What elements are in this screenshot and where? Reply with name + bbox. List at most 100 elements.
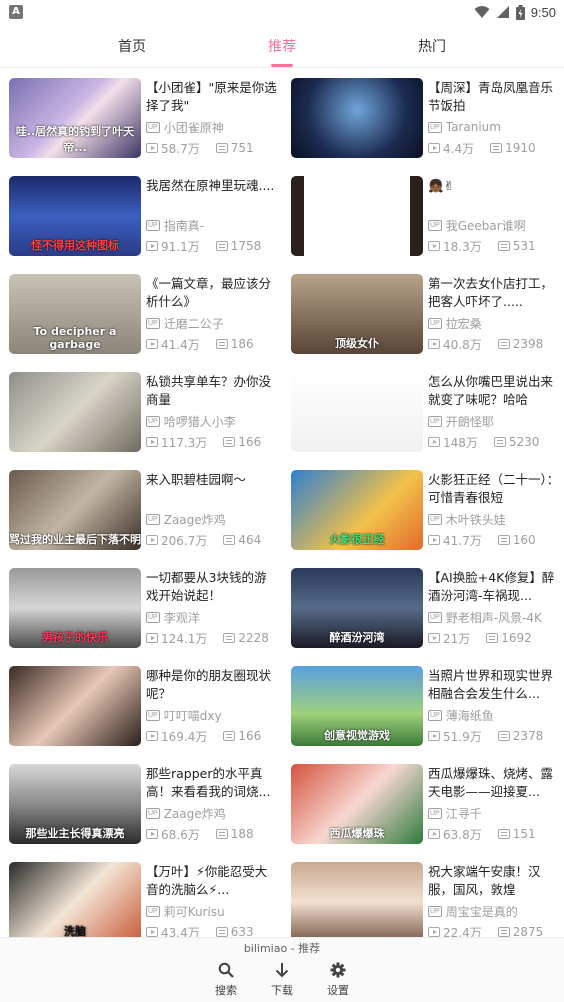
video-thumbnail[interactable]: 创意视觉游戏 xyxy=(291,666,423,746)
video-thumbnail[interactable]: 哇..居然真的钓到了叶天帝... xyxy=(9,78,141,158)
video-card[interactable]: 祝大家端午安康！汉服，国风，敦煌 UP 周宝宝是真的 22.4万 2875 xyxy=(291,862,563,937)
video-card[interactable]: 骂过我的业主最后下落不明 来入职碧桂园啊～ UP Zaage炸鸡 206.7万 464 xyxy=(9,470,281,552)
video-title[interactable]: 第一次去女仆店打工，把客人吓坏了..... xyxy=(428,275,560,311)
up-badge-icon: UP xyxy=(146,611,160,623)
uploader-row: UP 木叶铁头娃 xyxy=(428,511,506,527)
view-count: 206.7万 xyxy=(161,533,208,548)
bottom-caption: bilimiao - 推荐 xyxy=(243,942,321,955)
tab-home[interactable]: 首页 xyxy=(72,24,192,68)
nav-search[interactable]: 搜索 xyxy=(203,962,249,1000)
video-title[interactable]: 【万叶】⚡你能忍受大音的洗脑么⚡... xyxy=(146,863,278,899)
video-thumbnail[interactable]: 顶级女仆 xyxy=(291,274,423,354)
video-card[interactable]: 醉酒汾河湾 【AI换脸+4K修复】醉酒汾河湾-车祸现... UP 野老相声-风景-4K… xyxy=(291,568,563,650)
video-thumbnail[interactable]: 洗脑 xyxy=(9,862,141,937)
nav-settings[interactable]: 设置 xyxy=(315,962,361,1000)
video-title[interactable]: 我居然在原神里玩魂.... xyxy=(146,177,278,213)
video-thumbnail[interactable] xyxy=(9,372,141,452)
play-count-icon xyxy=(428,143,440,153)
video-thumbnail[interactable]: 骂过我的业主最后下落不明 xyxy=(9,470,141,550)
video-title[interactable]: 私锁共享单车？办你没商量 xyxy=(146,373,278,409)
danmaku-icon xyxy=(223,535,236,545)
video-thumbnail[interactable]: 醉酒汾河湾 xyxy=(291,568,423,648)
video-card[interactable]: 创意视觉游戏 当照片世界和现实世界相融合会发生什么... UP 薄海纸鱼 51.9万 23… xyxy=(291,666,563,748)
uploader-row: UP Zaage炸鸡 xyxy=(146,805,226,821)
status-right: 9:50 xyxy=(474,3,556,21)
danmaku-count: 531 xyxy=(512,239,536,253)
video-card[interactable]: 怪不得用这种图标 我居然在原神里玩魂.... UP 指南真- 91.1万 1758 xyxy=(9,176,281,258)
video-title[interactable]: 哪种是你的朋友圈现状呢？ xyxy=(146,667,278,703)
danmaku-count: 151 xyxy=(512,827,536,841)
video-card[interactable]: 火影很正经 火影狂正经（二十一）：可惜青春很短 UP 木叶铁头娃 41.7万 160 xyxy=(291,470,563,552)
stats-row: 40.8万 2398 xyxy=(428,336,543,352)
up-badge-icon: UP xyxy=(146,219,160,231)
up-badge-icon: UP xyxy=(428,611,442,623)
up-badge-icon: UP xyxy=(146,807,160,819)
tab-indicator xyxy=(271,64,293,67)
play-count-icon xyxy=(146,731,158,741)
video-thumbnail[interactable]: To decipher a garbage xyxy=(9,274,141,354)
video-card[interactable]: 怎么从你嘴巴里说出来就变了味呢？哈哈 UP 开朗怪耶 148万 5230 xyxy=(291,372,563,454)
view-count: 40.8万 xyxy=(443,337,482,352)
view-count: 41.4万 xyxy=(161,337,200,352)
uploader-row: UP 哈啰猎人小李 xyxy=(146,413,236,429)
video-title[interactable]: 祝大家端午安康！汉服，国风，敦煌 xyxy=(428,863,560,899)
video-title[interactable]: 来入职碧桂园啊～ xyxy=(146,471,278,507)
uploader-row: UP 开朗怪耶 xyxy=(428,413,494,429)
video-card[interactable]: 那些业主长得真漂亮 那些rapper的水平真高！来看看我的词烧... UP Zaage… xyxy=(9,764,281,846)
stats-row: 18.3万 531 xyxy=(428,238,536,254)
stats-row: 58.7万 751 xyxy=(146,140,254,156)
video-title[interactable]: 怎么从你嘴巴里说出来就变了味呢？哈哈 xyxy=(428,373,560,409)
tab-recommend[interactable]: 推荐 xyxy=(222,24,342,68)
video-title[interactable]: 【小团雀】"原来是你选择了我" xyxy=(146,79,278,115)
video-card[interactable]: 哪种是你的朋友圈现状呢？ UP 叮叮喵dxy 169.4万 166 xyxy=(9,666,281,748)
video-title[interactable]: 当照片世界和现实世界相融合会发生什么... xyxy=(428,667,560,703)
video-thumbnail[interactable]: 那些业主长得真漂亮 xyxy=(9,764,141,844)
video-title[interactable]: 【AI换脸+4K修复】醉酒汾河湾-车祸现... xyxy=(428,569,560,605)
view-count: 169.4万 xyxy=(161,729,208,744)
uploader-row: UP 李观洋 xyxy=(146,609,200,625)
video-card[interactable]: 哇..居然真的钓到了叶天帝... 【小团雀】"原来是你选择了我" UP 小团雀原神 58… xyxy=(9,78,281,160)
play-count-icon xyxy=(428,339,440,349)
video-thumbnail[interactable]: 火影很正经 xyxy=(291,470,423,550)
video-title[interactable]: 《一篇文章，最应该分析什么》 xyxy=(146,275,278,311)
video-card[interactable]: To decipher a garbage 《一篇文章，最应该分析什么》 UP 迁磨二… xyxy=(9,274,281,356)
view-count: 41.7万 xyxy=(443,533,482,548)
video-thumbnail[interactable] xyxy=(291,176,423,256)
video-feed[interactable]: 哇..居然真的钓到了叶天帝... 【小团雀】"原来是你选择了我" UP 小团雀原神 58… xyxy=(0,69,564,937)
view-count: 22.4万 xyxy=(443,925,482,938)
video-title[interactable]: 一切都要从3块钱的游戏开始说起！ xyxy=(146,569,278,605)
danmaku-count: 186 xyxy=(230,337,254,351)
tab-hot[interactable]: 热门 xyxy=(372,24,492,68)
video-thumbnail[interactable] xyxy=(291,862,423,937)
uploader-name: 我Geebar谁啊 xyxy=(445,218,526,233)
danmaku-icon xyxy=(497,339,510,349)
video-card[interactable]: 洗脑 【万叶】⚡你能忍受大音的洗脑么⚡... UP 莉可Kurisu 43.4万 633 xyxy=(9,862,281,937)
video-card[interactable]: 私锁共享单车？办你没商量 UP 哈啰猎人小李 117.3万 166 xyxy=(9,372,281,454)
up-badge-icon: UP xyxy=(428,709,442,721)
video-title[interactable]: 👧🏾✌ xyxy=(428,177,560,213)
thumbnail-caption: 火影很正经 xyxy=(329,533,385,546)
thumbnail-caption: 那些业主长得真漂亮 xyxy=(25,827,125,840)
video-title[interactable]: 西瓜爆爆珠、烧烤、露天电影——迎接夏... xyxy=(428,765,560,801)
video-thumbnail[interactable] xyxy=(291,78,423,158)
video-card[interactable]: 【周深】青岛凤凰音乐节饭拍 UP Taranium 4.4万 1910 xyxy=(291,78,563,160)
danmaku-count: 1758 xyxy=(230,239,262,253)
video-thumbnail[interactable] xyxy=(9,666,141,746)
uploader-row: UP 拉宏桑 xyxy=(428,315,482,331)
video-card[interactable]: 西瓜爆爆珠 西瓜爆爆珠、烧烤、露天电影——迎接夏... UP 江寻千 63.8万 151 xyxy=(291,764,563,846)
uploader-name: Taranium xyxy=(445,120,501,134)
up-badge-icon: UP xyxy=(428,415,442,427)
uploader-row: UP 野老相声-风景-4K xyxy=(428,609,542,625)
video-thumbnail[interactable]: 男孩子的快乐 xyxy=(9,568,141,648)
video-title[interactable]: 【周深】青岛凤凰音乐节饭拍 xyxy=(428,79,560,115)
video-thumbnail[interactable]: 西瓜爆爆珠 xyxy=(291,764,423,844)
video-thumbnail[interactable]: 怪不得用这种图标 xyxy=(9,176,141,256)
video-title[interactable]: 火影狂正经（二十一）：可惜青春很短 xyxy=(428,471,560,507)
video-thumbnail[interactable] xyxy=(291,372,423,452)
video-card[interactable]: 男孩子的快乐 一切都要从3块钱的游戏开始说起！ UP 李观洋 124.1万 2228 xyxy=(9,568,281,650)
video-card[interactable]: 顶级女仆 第一次去女仆店打工，把客人吓坏了..... UP 拉宏桑 40.8万 2398 xyxy=(291,274,563,356)
video-title[interactable]: 那些rapper的水平真高！来看看我的词烧... xyxy=(146,765,278,801)
video-card[interactable]: 👧🏾✌ UP 我Geebar谁啊 18.3万 531 xyxy=(291,176,563,258)
nav-download[interactable]: 下载 xyxy=(259,962,305,1000)
stats-row: 206.7万 464 xyxy=(146,532,261,548)
